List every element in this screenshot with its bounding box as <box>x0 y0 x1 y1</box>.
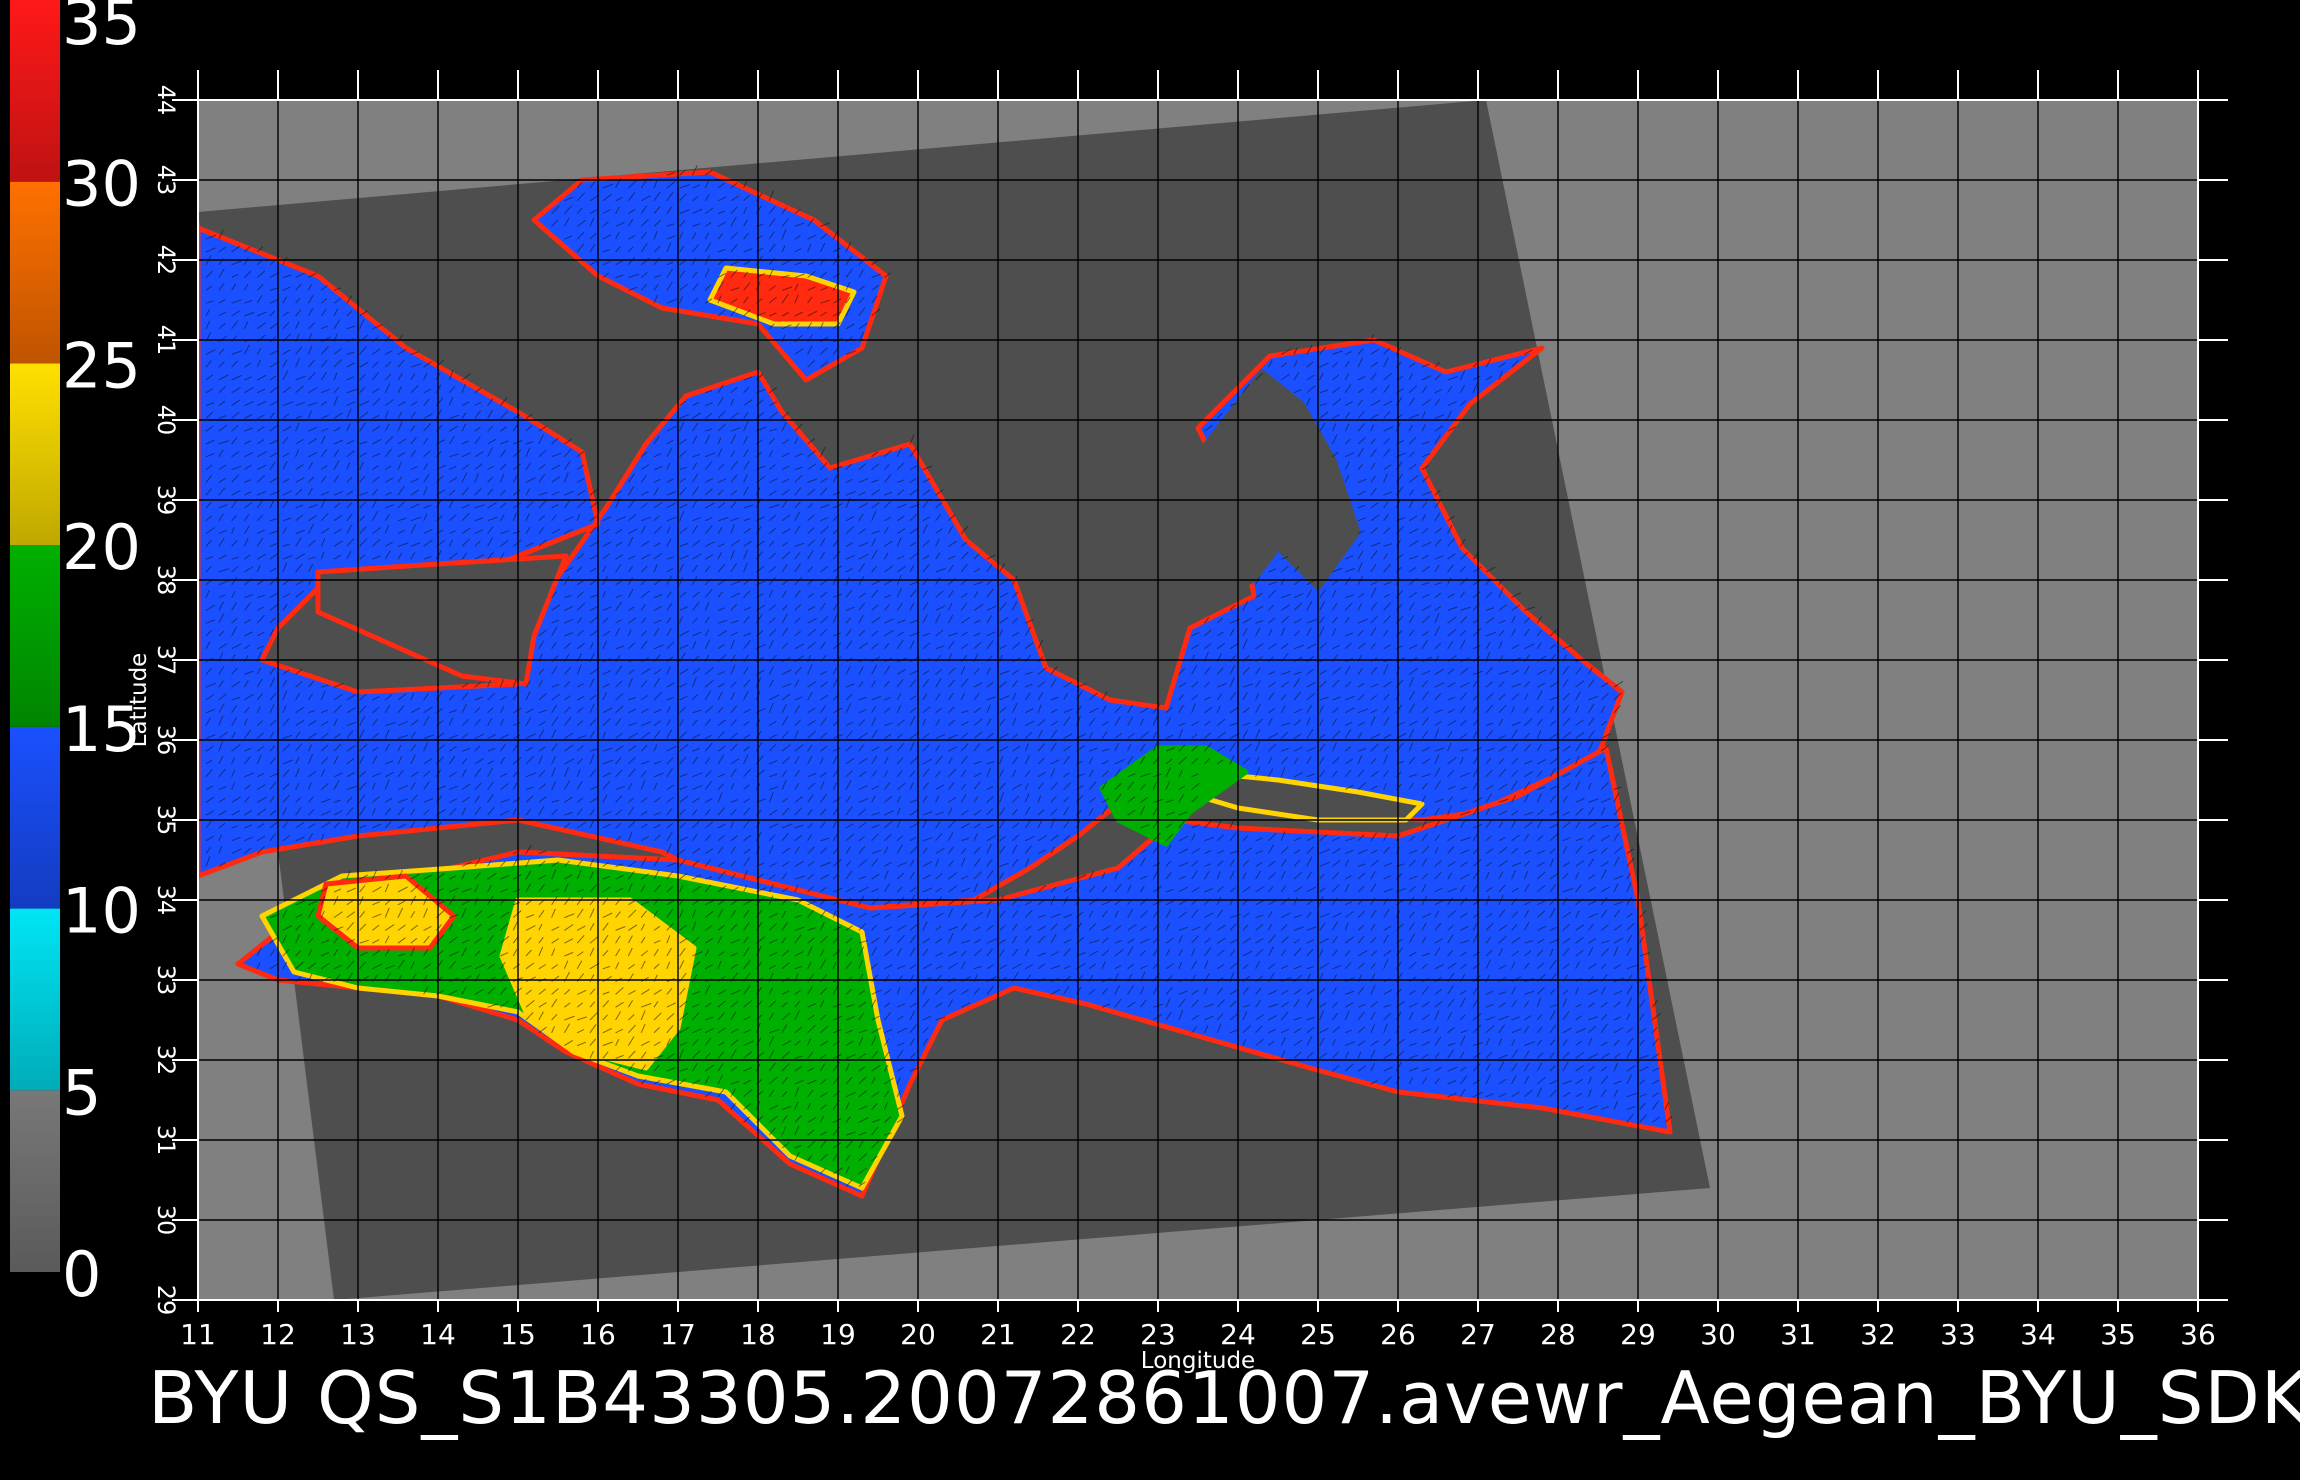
x-tick-label: 28 <box>1540 1318 1576 1351</box>
x-tick-label: 33 <box>1940 1318 1976 1351</box>
x-tick-label: 34 <box>2020 1318 2056 1351</box>
y-tick-label: 37 <box>152 645 180 676</box>
x-tick-label: 26 <box>1380 1318 1416 1351</box>
x-tick-label: 25 <box>1300 1318 1336 1351</box>
x-tick-label: 20 <box>900 1318 936 1351</box>
colorbar-tick-label: 10 <box>62 875 141 948</box>
colorbar-tick-label: 5 <box>62 1056 101 1129</box>
colorbar-tick-label: 35 <box>62 0 141 59</box>
x-tick-label: 22 <box>1060 1318 1096 1351</box>
y-tick-label: 32 <box>152 1045 180 1076</box>
x-tick-label: 31 <box>1780 1318 1816 1351</box>
x-tick-label: 30 <box>1700 1318 1736 1351</box>
y-tick-label: 40 <box>152 405 180 436</box>
colorbar-tick-label: 0 <box>62 1238 101 1311</box>
y-tick-label: 42 <box>152 245 180 276</box>
x-tick-label: 17 <box>660 1318 696 1351</box>
y-tick-label: 33 <box>152 965 180 996</box>
y-tick-label: 39 <box>152 485 180 516</box>
x-tick-label: 12 <box>260 1318 296 1351</box>
colorbar-segment <box>10 181 60 364</box>
y-tick-label: 30 <box>152 1205 180 1236</box>
colorbar-tick-label: 30 <box>62 148 141 221</box>
x-tick-label: 27 <box>1460 1318 1496 1351</box>
x-tick-label: 15 <box>500 1318 536 1351</box>
colorbar <box>10 0 60 1272</box>
y-tick-label: 35 <box>152 805 180 836</box>
x-tick-label: 32 <box>1860 1318 1896 1351</box>
y-axis-label: Latitude <box>126 653 152 748</box>
colorbar-segment <box>10 545 60 727</box>
colorbar-segment <box>10 908 60 1091</box>
y-tick-label: 44 <box>152 85 180 116</box>
x-tick-label: 19 <box>820 1318 856 1351</box>
image-title: BYU QS_S1B43305.20072861007.avewr_Aegean… <box>148 1356 2300 1440</box>
x-tick-label: 29 <box>1620 1318 1656 1351</box>
y-tick-label: 31 <box>152 1125 180 1156</box>
colorbar-segment <box>10 0 60 182</box>
colorbar-segment <box>10 726 60 909</box>
wind-speed-map: 05101520253035 11 12 13 14 15 16 17 18 19 20 21 22 2… <box>10 0 2228 1374</box>
x-tick-label: 18 <box>740 1318 776 1351</box>
colorbar-tick-label: 25 <box>62 329 141 402</box>
x-tick-label: 21 <box>980 1318 1016 1351</box>
x-tick-label: 24 <box>1220 1318 1256 1351</box>
y-tick-label: 36 <box>152 725 180 756</box>
x-tick-label: 11 <box>180 1318 216 1351</box>
x-tick-label: 13 <box>340 1318 376 1351</box>
y-tick-label: 34 <box>152 885 180 916</box>
y-tick-label: 41 <box>152 325 180 356</box>
x-tick-label: 35 <box>2100 1318 2136 1351</box>
y-tick-label: 29 <box>152 1285 180 1316</box>
x-tick-label: 14 <box>420 1318 456 1351</box>
y-tick-label: 43 <box>152 165 180 196</box>
x-tick-label: 16 <box>580 1318 616 1351</box>
x-tick-label: 23 <box>1140 1318 1176 1351</box>
x-tick-label: 36 <box>2180 1318 2216 1351</box>
colorbar-tick-label: 20 <box>62 511 141 584</box>
colorbar-segment <box>10 363 60 546</box>
y-tick-label: 38 <box>152 565 180 596</box>
colorbar-segment <box>10 1090 60 1272</box>
